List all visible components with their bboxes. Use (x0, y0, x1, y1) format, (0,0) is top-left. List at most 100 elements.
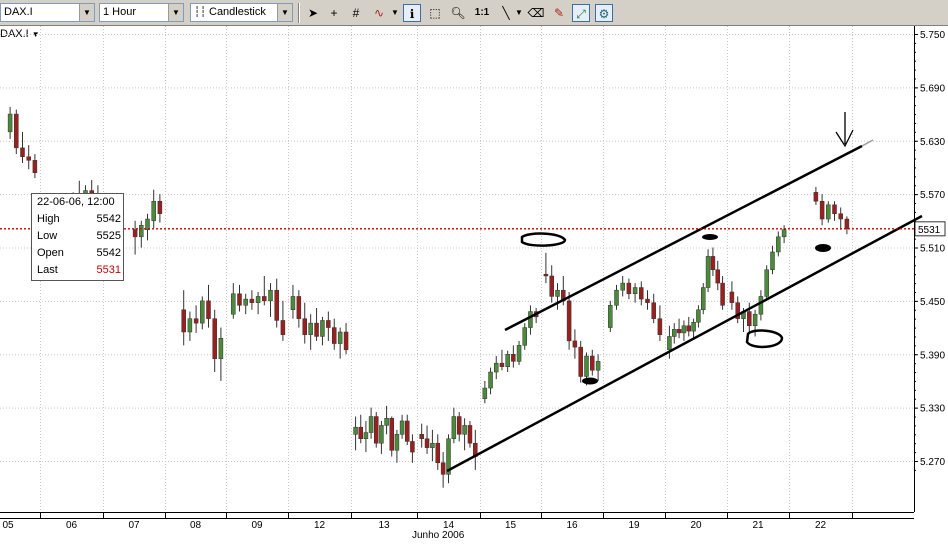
candle-body (710, 256, 716, 270)
magnifier-tool-icon[interactable]: 🔍︎ (449, 4, 467, 22)
candle-body (549, 275, 554, 297)
candle-body (608, 305, 613, 328)
circle-annotation (745, 329, 784, 349)
candle-body (686, 325, 691, 332)
candle-body (696, 309, 701, 323)
interval-select[interactable]: 1 Hour ▼ (99, 3, 184, 22)
candle-body (231, 293, 236, 315)
candle-body (764, 269, 769, 297)
last-price-label: 5531 (918, 225, 941, 236)
candle-body (614, 289, 619, 306)
candle-body (218, 337, 224, 359)
candle-body (832, 204, 837, 214)
symbol-select[interactable]: DAX.I ▼ (0, 3, 95, 22)
lower-channel-line (446, 214, 923, 473)
candle-body (139, 225, 144, 238)
candle-body (632, 287, 638, 295)
candle-body (314, 322, 319, 337)
candle-body (368, 416, 374, 433)
tooltip-label: Low (37, 230, 58, 242)
eraser-tool-icon[interactable]: ⌫ (527, 4, 545, 22)
candle-body (657, 318, 663, 335)
candle-body (595, 361, 601, 371)
x-tick-label: 13 (378, 520, 390, 531)
mark-annotation (582, 377, 598, 385)
tooltip-row-last: Last 5531 (37, 262, 121, 279)
y-tick-label: 5.270 (920, 457, 945, 468)
candle-body (243, 298, 248, 306)
info-tool-icon[interactable]: ℹ (403, 4, 421, 22)
candle-body (543, 273, 549, 277)
chart-style-select-value: Candlestick (209, 6, 266, 18)
chevron-down-icon[interactable]: ▼ (79, 4, 94, 21)
candle-body (499, 362, 505, 367)
candle-body (715, 269, 720, 284)
y-tick-label: 5.510 (920, 244, 945, 255)
candle-body (590, 355, 595, 371)
candle-body (645, 298, 650, 303)
grid-tool-icon[interactable]: # (347, 4, 365, 22)
settings-tool-icon[interactable]: ⚙ (595, 4, 613, 22)
candle-body (290, 296, 296, 311)
candle-body (343, 331, 349, 351)
candle-body (555, 289, 560, 297)
zoom-reset-button[interactable]: 1:1 (472, 4, 492, 22)
zoom-box-tool-icon[interactable]: ⬚ (426, 4, 444, 22)
candle-body (488, 371, 493, 389)
candle-body (505, 354, 510, 367)
candle-body (681, 325, 687, 334)
candle-body (32, 160, 38, 174)
chevron-down-icon[interactable]: ▼ (514, 4, 524, 22)
y-tick-label: 5.450 (920, 297, 945, 308)
indicator-tool-icon[interactable]: ∿ (370, 4, 388, 22)
tooltip-value: 5525 (96, 230, 121, 242)
candle-body (676, 329, 682, 334)
line-tool-icon[interactable]: ╲ (497, 4, 515, 22)
candle-body (620, 282, 625, 291)
candle-body (729, 291, 735, 303)
candle-body (237, 293, 242, 306)
candle-body (255, 296, 261, 303)
tooltip-label: Last (37, 264, 58, 276)
symbol-select-value: DAX.I (4, 6, 33, 18)
x-tick-label: 16 (566, 520, 578, 531)
candle-body (430, 442, 435, 448)
interval-select-value: 1 Hour (103, 6, 137, 18)
candle-body (274, 289, 279, 321)
chevron-down-icon[interactable]: ▼ (168, 4, 183, 21)
candle-body (467, 425, 473, 444)
candle-body (667, 336, 672, 351)
candle-body (200, 300, 205, 324)
candle-body (578, 346, 583, 377)
candle-body (268, 289, 273, 302)
candle-body (770, 251, 775, 270)
chart-style-select[interactable]: ┆┆ Candlestick ▼ (190, 3, 293, 22)
candle-body (206, 300, 211, 319)
candle-body (157, 200, 163, 214)
pointer-tool-icon[interactable]: ➤ (304, 4, 322, 22)
candle-body (440, 462, 446, 475)
candle-body (752, 313, 758, 327)
candle-body (826, 204, 831, 220)
pencil-tool-icon[interactable]: ✎ (550, 4, 568, 22)
candle-body (584, 355, 589, 377)
candle-body (14, 113, 19, 149)
price-chart[interactable]: 5.750 5.690 5.630 5.570 5.510 5.450 5.390 5.330… (0, 26, 948, 545)
user-drawings (446, 112, 923, 473)
candle-body (358, 426, 363, 440)
chevron-down-icon[interactable]: ▼ (390, 4, 400, 22)
arrow-annotation (835, 112, 854, 148)
crosshair-tool-icon[interactable]: + (325, 4, 343, 22)
upper-channel-line (504, 144, 863, 332)
tooltip-row-high: High 5542 (37, 211, 121, 228)
x-tick-label: 21 (752, 520, 764, 531)
candle-body (405, 420, 410, 442)
tooltip-value: 5542 (96, 213, 121, 225)
chevron-down-icon[interactable]: ▼ (277, 4, 292, 21)
candle-body (672, 329, 677, 337)
candle-body (528, 311, 533, 328)
candle-body (332, 327, 337, 344)
auto-scale-tool-icon[interactable]: ⤢ (572, 4, 590, 22)
candle-body (151, 200, 156, 222)
candle-body (813, 192, 819, 202)
